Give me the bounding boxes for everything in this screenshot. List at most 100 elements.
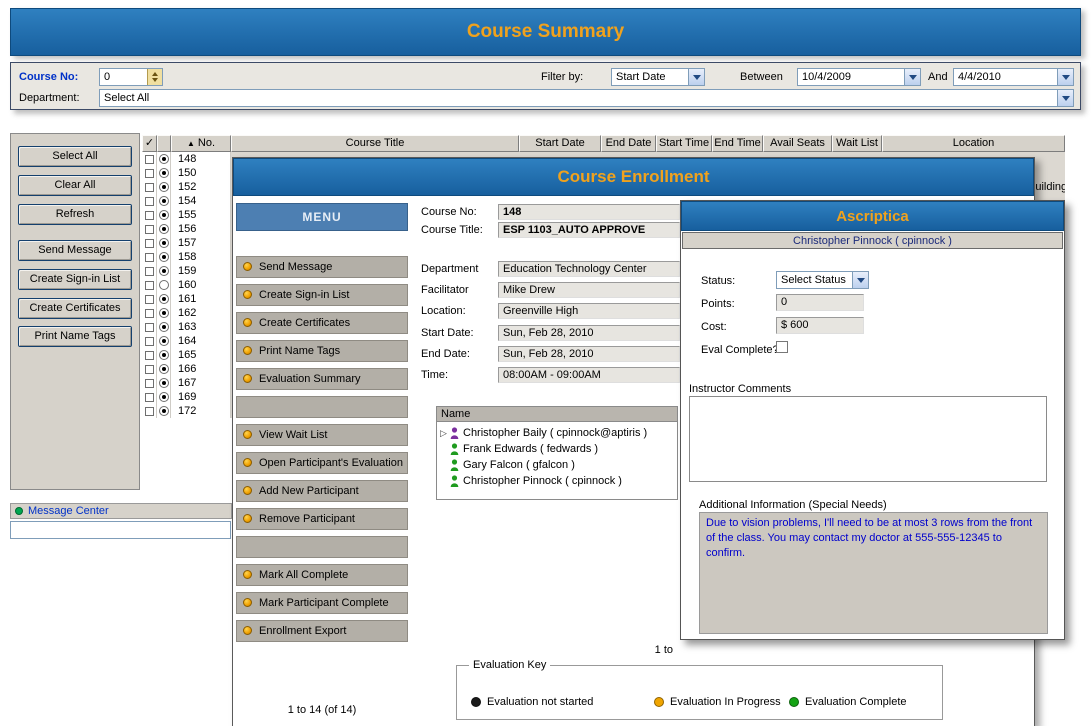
panel-button-create-certificates[interactable]: Create Certificates [18, 298, 132, 319]
row-radio[interactable] [159, 210, 169, 220]
menu-item-label: View Wait List [259, 429, 327, 441]
menu-item-label: Add New Participant [259, 485, 359, 497]
menu-item-mark-participant-complete[interactable]: Mark Participant Complete [236, 592, 408, 614]
row-radio[interactable] [159, 308, 169, 318]
menu-item-send-message[interactable]: Send Message [236, 256, 408, 278]
row-checkbox[interactable] [145, 239, 154, 248]
menu-item-enrollment-export[interactable]: Enrollment Export [236, 620, 408, 642]
row-radio[interactable] [159, 168, 169, 178]
row-radio[interactable] [159, 294, 169, 304]
participant-row[interactable]: Christopher Pinnock ( cpinnock ) [437, 473, 677, 489]
row-check-cell [142, 362, 157, 376]
menu-item-evaluation-summary[interactable]: Evaluation Summary [236, 368, 408, 390]
column-header-start-date[interactable]: Start Date [519, 135, 601, 152]
points-value: 0 [781, 296, 787, 308]
menu-item-create-certificates[interactable]: Create Certificates [236, 312, 408, 334]
tree-expander-icon[interactable]: ▷ [440, 425, 447, 441]
panel-button-clear-all[interactable]: Clear All [18, 175, 132, 196]
row-checkbox[interactable] [145, 351, 154, 360]
menu-item-mark-all-complete[interactable]: Mark All Complete [236, 564, 408, 586]
between-dropdown-button[interactable] [904, 69, 920, 85]
column-header-radio[interactable] [157, 135, 171, 152]
menu-item-add-new-participant[interactable]: Add New Participant [236, 480, 408, 502]
row-checkbox[interactable] [145, 267, 154, 276]
participant-row[interactable]: ▷Christopher Baily ( cpinnock@aptiris ) [437, 425, 677, 441]
ascriptica-titlebar: Ascriptica [681, 201, 1064, 231]
row-checkbox[interactable] [145, 309, 154, 318]
panel-button-print-name-tags[interactable]: Print Name Tags [18, 326, 132, 347]
row-radio[interactable] [159, 364, 169, 374]
row-checkbox[interactable] [145, 197, 154, 206]
spinner-down-icon[interactable] [152, 78, 158, 82]
row-radio[interactable] [159, 266, 169, 276]
instructor-comments-textarea[interactable] [689, 396, 1047, 482]
eval-complete-checkbox[interactable] [776, 341, 788, 353]
row-checkbox[interactable] [145, 225, 154, 234]
column-header-location[interactable]: Location [882, 135, 1065, 152]
and-dropdown-button[interactable] [1057, 69, 1073, 85]
spinner-up-icon[interactable] [152, 72, 158, 76]
column-header-end-time[interactable]: End Time [712, 135, 763, 152]
row-checkbox[interactable] [145, 379, 154, 388]
menu-item-open-participant-s-evaluation[interactable]: Open Participant's Evaluation [236, 452, 408, 474]
department-dropdown-button[interactable] [1057, 90, 1073, 106]
menu-item-print-name-tags[interactable]: Print Name Tags [236, 340, 408, 362]
course-no-spinner[interactable] [147, 69, 162, 85]
row-checkbox[interactable] [145, 365, 154, 374]
row-course-no: 164 [171, 334, 231, 348]
row-radio[interactable] [159, 406, 169, 416]
row-radio[interactable] [159, 154, 169, 164]
row-checkbox[interactable] [145, 281, 154, 290]
column-header-avail-seats[interactable]: Avail Seats [763, 135, 832, 152]
and-date-select[interactable]: 4/4/2010 [953, 68, 1074, 86]
row-checkbox[interactable] [145, 407, 154, 416]
status-select[interactable]: Select Status [776, 271, 869, 289]
row-checkbox[interactable] [145, 155, 154, 164]
message-center-input[interactable] [10, 521, 231, 539]
column-header-start-time[interactable]: Start Time [656, 135, 712, 152]
participant-row[interactable]: Frank Edwards ( fedwards ) [437, 441, 677, 457]
row-course-no: 158 [171, 250, 231, 264]
participant-row[interactable]: Gary Falcon ( gfalcon ) [437, 457, 677, 473]
row-radio[interactable] [159, 322, 169, 332]
points-input[interactable]: 0 [776, 294, 864, 311]
panel-button-create-sign-in-list[interactable]: Create Sign-in List [18, 269, 132, 290]
column-header-wait-list[interactable]: Wait List [832, 135, 882, 152]
panel-button-refresh[interactable]: Refresh [18, 204, 132, 225]
row-checkbox[interactable] [145, 169, 154, 178]
course-no-input[interactable]: 0 [99, 68, 163, 86]
column-header-end-date[interactable]: End Date [601, 135, 656, 152]
row-checkbox[interactable] [145, 253, 154, 262]
row-radio[interactable] [159, 350, 169, 360]
cost-input[interactable]: $ 600 [776, 317, 864, 334]
row-radio[interactable] [159, 224, 169, 234]
column-header-course-title[interactable]: Course Title [231, 135, 519, 152]
column-header-no[interactable]: ▲No. [171, 135, 231, 152]
row-radio[interactable] [159, 378, 169, 388]
status-dropdown-button[interactable] [852, 272, 868, 288]
panel-button-select-all[interactable]: Select All [18, 146, 132, 167]
row-radio-cell [157, 264, 171, 278]
row-radio[interactable] [159, 336, 169, 346]
row-checkbox[interactable] [145, 337, 154, 346]
filter-by-select[interactable]: Start Date [611, 68, 705, 86]
menu-item-view-wait-list[interactable]: View Wait List [236, 424, 408, 446]
row-checkbox[interactable] [145, 393, 154, 402]
panel-button-send-message[interactable]: Send Message [18, 240, 132, 261]
row-radio[interactable] [159, 280, 169, 290]
row-radio[interactable] [159, 252, 169, 262]
menu-item-remove-participant[interactable]: Remove Participant [236, 508, 408, 530]
column-header-check[interactable]: ✓ [142, 135, 157, 152]
between-date-select[interactable]: 10/4/2009 [797, 68, 921, 86]
row-radio[interactable] [159, 392, 169, 402]
row-radio[interactable] [159, 182, 169, 192]
row-checkbox[interactable] [145, 323, 154, 332]
row-checkbox[interactable] [145, 183, 154, 192]
row-radio[interactable] [159, 238, 169, 248]
row-radio[interactable] [159, 196, 169, 206]
menu-item-create-sign-in-list[interactable]: Create Sign-in List [236, 284, 408, 306]
row-checkbox[interactable] [145, 211, 154, 220]
filter-by-dropdown-button[interactable] [688, 69, 704, 85]
department-select[interactable]: Select All [99, 89, 1074, 107]
row-checkbox[interactable] [145, 295, 154, 304]
